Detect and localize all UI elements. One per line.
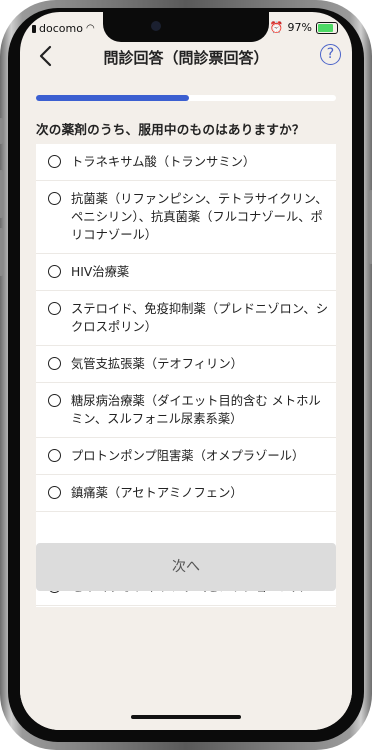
option-item[interactable]: HIV治療薬 [36,254,336,291]
option-label: 気管支拡張薬（テオフィリン） [71,357,243,371]
battery-icon [316,21,338,34]
mute-switch [0,118,3,144]
option-item[interactable]: 糖尿病治療薬（ダイエット目的含む メトホルミン、スルフォニル尿素系薬） [36,383,336,438]
screen: docomo ◠ ⏰ 97% 問診回答（問診票回答） ? 次の薬剤のうち、服用中… [20,12,352,730]
progress-fill [36,95,189,101]
option-item[interactable]: 抗菌薬（リファンピシン、テトラサイクリン、ペニシリン）、抗真菌薬（フルコナゾール… [36,181,336,254]
help-icon[interactable]: ? [320,44,341,65]
volume-down-button [0,228,3,276]
battery-percent: 97% [287,21,312,34]
option-label: ステロイド、免疫抑制薬（プレドニゾロン、シクロスポリン） [71,302,329,334]
status-left: docomo ◠ [32,22,95,35]
option-label: 糖尿病治療薬（ダイエット目的含む メトホルミン、スルフォニル尿素系薬） [71,394,321,426]
radio-icon[interactable] [48,155,61,168]
carrier-label: docomo [39,22,83,35]
radio-icon[interactable] [48,486,61,499]
radio-icon[interactable] [48,394,61,407]
alarm-icon: ⏰ [269,21,284,34]
signal-icon [32,24,36,33]
option-label: 鎮痛薬（アセトアミノフェン） [71,486,243,500]
nav-bar: 問診回答（問診票回答） ? [20,40,352,74]
option-item[interactable]: 気管支拡張薬（テオフィリン） [36,346,336,383]
volume-up-button [0,170,3,218]
option-item[interactable]: トラネキサム酸（トランサミン） [36,144,336,181]
option-item[interactable]: プロトンポンプ阻害薬（オメプラゾール） [36,438,336,475]
progress-bar [36,95,336,101]
home-indicator[interactable] [131,715,241,719]
radio-icon[interactable] [48,302,61,315]
camera-icon [151,21,161,31]
page-title: 問診回答（問診票回答） [103,49,269,67]
status-right: ⏰ 97% [270,21,338,34]
options-list: トラネキサム酸（トランサミン） 抗菌薬（リファンピシン、テトラサイクリン、ペニシ… [36,144,336,607]
option-label: プロトンポンプ阻害薬（オメプラゾール） [71,449,305,463]
option-label: トラネキサム酸（トランサミン） [71,155,256,169]
radio-icon[interactable] [48,357,61,370]
radio-icon[interactable] [48,449,61,462]
option-label: HIV治療薬 [71,265,130,279]
question-text: 次の薬剤のうち、服用中のものはありますか？ [36,122,305,137]
option-label: 抗菌薬（リファンピシン、テトラサイクリン、ペニシリン）、抗真菌薬（フルコナゾール… [71,192,328,242]
option-item[interactable]: 鎮痛薬（アセトアミノフェン） [36,475,336,512]
radio-icon[interactable] [48,265,61,278]
bottom-area [20,607,352,730]
option-item[interactable]: ステロイド、免疫抑制薬（プレドニゾロン、シクロスポリン） [36,291,336,346]
radio-icon[interactable] [48,192,61,205]
notch [103,12,269,42]
next-button[interactable]: 次へ [36,543,336,591]
wifi-icon: ◠ [85,23,95,34]
phone-frame: docomo ◠ ⏰ 97% 問診回答（問診票回答） ? 次の薬剤のうち、服用中… [0,0,372,750]
